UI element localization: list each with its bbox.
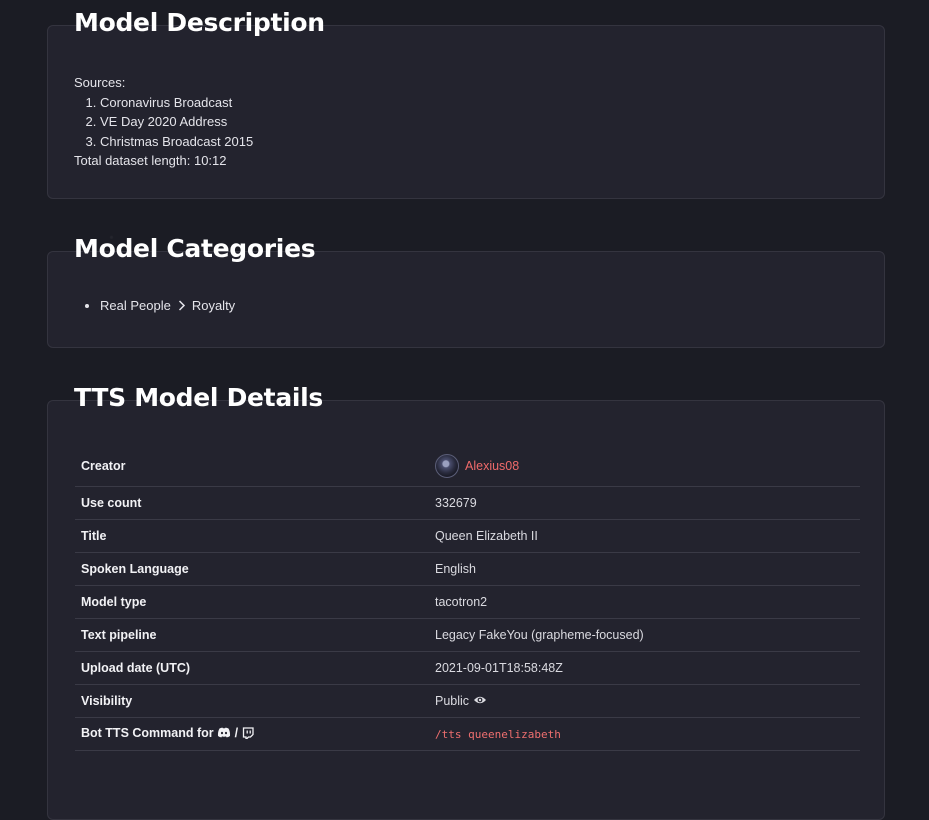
language-value: English (429, 552, 860, 586)
table-row: Title Queen Elizabeth II (75, 519, 860, 553)
creator-link[interactable]: Alexius08 (465, 459, 519, 473)
visibility-cell: Public (429, 684, 860, 718)
source-item: Coronavirus Broadcast (100, 93, 253, 113)
sources-list: Coronavirus Broadcast VE Day 2020 Addres… (74, 93, 253, 152)
category-item: Real People Royalty (100, 298, 235, 314)
upload-date-value: 2021-09-01T18:58:48Z (429, 651, 860, 685)
visibility-value: Public (435, 693, 470, 708)
tts-model-details-panel: Creator Alexius08 Use count 332679 Title… (47, 400, 885, 820)
creator-label: Creator (75, 446, 429, 487)
table-row: Text pipeline Legacy FakeYou (grapheme-f… (75, 618, 860, 652)
title-label: Title (75, 519, 429, 553)
model-description-panel: Sources: Coronavirus Broadcast VE Day 20… (47, 25, 885, 199)
sources-label: Sources: (74, 75, 126, 90)
model-type-value: tacotron2 (429, 585, 860, 619)
table-row: Visibility Public (75, 684, 860, 718)
model-description-text: Sources: Coronavirus Broadcast VE Day 20… (74, 73, 253, 171)
table-row: Spoken Language English (75, 552, 860, 586)
table-row: Bot TTS Command for / /tts queenelizabet… (75, 717, 860, 751)
language-label: Spoken Language (75, 552, 429, 586)
creator-cell: Alexius08 (429, 446, 860, 487)
model-description-title: Model Description (74, 8, 325, 37)
bot-command-cell: /tts queenelizabeth (429, 717, 860, 751)
use-count-value: 332679 (429, 486, 860, 520)
title-value: Queen Elizabeth II (429, 519, 860, 553)
eye-icon (473, 694, 487, 708)
category-child[interactable]: Royalty (192, 298, 235, 313)
visibility-label: Visibility (75, 684, 429, 718)
table-row: Upload date (UTC) 2021-09-01T18:58:48Z (75, 651, 860, 685)
bot-command-label: Bot TTS Command for (81, 726, 214, 741)
chevron-right-icon (178, 299, 186, 314)
table-row: Creator Alexius08 (75, 446, 860, 487)
source-item: Christmas Broadcast 2015 (100, 132, 253, 152)
table-row: Model type tacotron2 (75, 585, 860, 619)
details-table: Creator Alexius08 Use count 332679 Title… (75, 446, 860, 751)
text-pipeline-label: Text pipeline (75, 618, 429, 652)
bot-command-label-cell: Bot TTS Command for / (75, 717, 429, 751)
tts-model-details-title: TTS Model Details (74, 383, 324, 412)
table-row: Use count 332679 (75, 486, 860, 520)
discord-icon (217, 727, 231, 741)
bot-command-value[interactable]: /tts queenelizabeth (435, 728, 561, 741)
upload-date-label: Upload date (UTC) (75, 651, 429, 685)
source-item: VE Day 2020 Address (100, 112, 253, 132)
bot-command-separator: / (234, 726, 239, 741)
text-pipeline-value: Legacy FakeYou (grapheme-focused) (429, 618, 860, 652)
twitch-icon (242, 726, 254, 742)
category-parent[interactable]: Real People (100, 298, 171, 313)
use-count-label: Use count (75, 486, 429, 520)
model-type-label: Model type (75, 585, 429, 619)
category-list: Real People Royalty (74, 298, 235, 314)
total-dataset-length: Total dataset length: 10:12 (74, 153, 227, 168)
avatar[interactable] (435, 454, 459, 478)
model-categories-panel: Real People Royalty (47, 251, 885, 348)
model-categories-title: Model Categories (74, 234, 316, 263)
